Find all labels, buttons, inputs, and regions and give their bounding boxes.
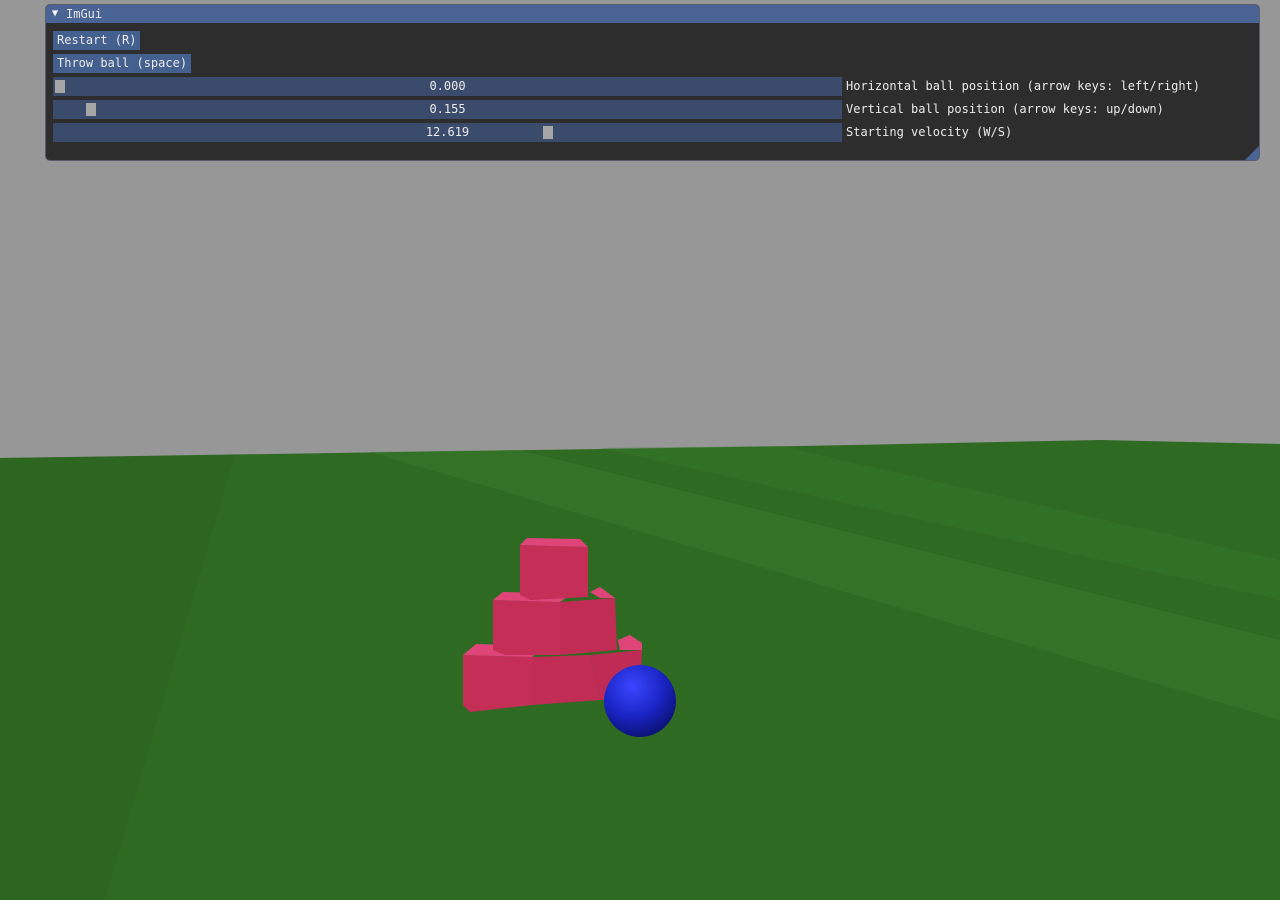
vertical-position-label: Vertical ball position (arrow keys: up/d… — [846, 102, 1164, 116]
starting-velocity-slider-row: 12.619 Starting velocity (W/S) — [53, 123, 1243, 142]
restart-button[interactable]: Restart (R) — [53, 31, 141, 50]
vertical-position-slider-row: 0.155 Vertical ball position (arrow keys… — [53, 100, 1243, 119]
imgui-titlebar[interactable]: ▼ ImGui — [46, 5, 1259, 23]
horizontal-position-slider-row: 0.000 Horizontal ball position (arrow ke… — [53, 77, 1243, 96]
box-middle-right — [560, 598, 617, 655]
box-bottom-mid — [532, 655, 600, 705]
imgui-window[interactable]: ▼ ImGui Restart (R) Throw ball (space) 0… — [45, 4, 1260, 161]
starting-velocity-label: Starting velocity (W/S) — [846, 125, 1013, 139]
box-middle-left — [493, 600, 560, 655]
imgui-body: Restart (R) Throw ball (space) 0.000 Hor… — [46, 23, 1259, 160]
box-top — [520, 545, 588, 600]
horizontal-position-slider[interactable] — [53, 77, 842, 96]
resize-grip-icon[interactable] — [1245, 146, 1259, 160]
window-title: ImGui — [66, 7, 103, 21]
slider-grab-handle[interactable] — [543, 126, 554, 139]
triangle-down-icon[interactable]: ▼ — [52, 5, 62, 23]
throw-ball-button[interactable]: Throw ball (space) — [53, 54, 192, 73]
slider-grab-handle[interactable] — [55, 80, 65, 93]
vertical-position-slider[interactable] — [53, 100, 842, 119]
game-viewport[interactable]: ▼ ImGui Restart (R) Throw ball (space) 0… — [0, 0, 1280, 900]
ball — [604, 665, 676, 737]
starting-velocity-slider[interactable] — [53, 123, 842, 142]
box-bottom-left — [463, 655, 532, 712]
slider-grab-handle[interactable] — [86, 103, 96, 116]
horizontal-position-label: Horizontal ball position (arrow keys: le… — [846, 79, 1201, 93]
